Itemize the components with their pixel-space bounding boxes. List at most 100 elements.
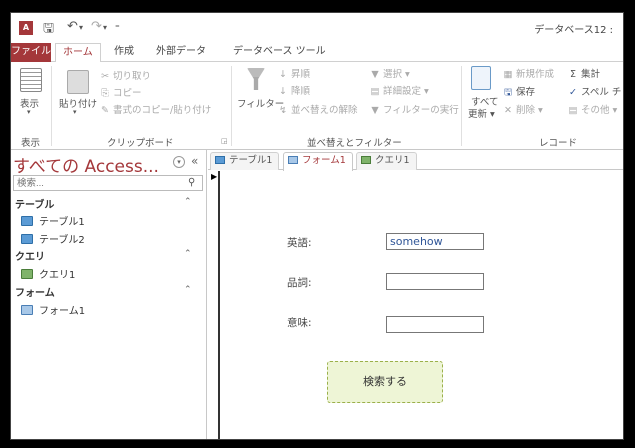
new-record-icon: ▦ — [503, 69, 513, 80]
remove-sort-icon: ↯ — [279, 105, 287, 116]
redo-icon[interactable]: ↷ — [91, 19, 102, 34]
redo-dropdown-icon[interactable]: ▾ — [103, 23, 107, 32]
cut-button[interactable]: ✂ 切り取り — [99, 68, 151, 82]
brush-icon: ✎ — [101, 105, 109, 116]
table-icon — [21, 216, 33, 226]
tab-home[interactable]: ホーム — [55, 43, 101, 63]
part-of-speech-input[interactable] — [386, 273, 484, 290]
floppy-icon: 🖫 — [503, 87, 513, 98]
access-window: A 🖫 ↶ ▾ ↷ ▾ ₌ データベース12 : ファイル ホーム 作成 外部デ… — [10, 12, 624, 440]
english-input[interactable] — [386, 233, 484, 250]
sort-ascending-icon: ↓ — [279, 69, 287, 80]
undo-dropdown-icon[interactable]: ▾ — [79, 23, 83, 32]
save-record-button[interactable]: 🖫 保存 — [502, 84, 535, 101]
document-area: テーブル1 フォーム1 クエリ1 ▶ 英語: 品詞: 意味: 検索する — [208, 150, 623, 439]
sort-ascending-button[interactable]: ↓ 昇順 — [277, 66, 310, 80]
remove-sort-button[interactable]: ↯ 並べ替えの解除 — [277, 102, 358, 116]
customize-qat-icon[interactable]: ₌ — [115, 21, 120, 31]
nav-item-table1[interactable]: テーブル1 — [21, 213, 85, 228]
totals-button[interactable]: Σ 集計 — [567, 66, 600, 80]
query-icon — [21, 269, 33, 279]
copy-button[interactable]: ⎘ コピー — [99, 85, 141, 99]
ribbon: 表示 ▾ 表示 貼り付け ▾ ✂ 切り取り ⎘ コピー ✎ 書式のコピー/貼り付け ク… — [11, 62, 623, 150]
doc-tab-query1[interactable]: クエリ1 — [356, 152, 417, 170]
selection-filter-icon: ▼ — [371, 69, 379, 80]
advanced-filter-button[interactable]: ▤ 詳細設定 ▾ — [369, 83, 429, 97]
sort-descending-icon: ↓ — [279, 86, 287, 97]
undo-icon[interactable]: ↶ — [67, 19, 78, 34]
title-bar: A 🖫 ↶ ▾ ↷ ▾ ₌ データベース12 : — [11, 13, 623, 43]
more-icon: ▤ — [568, 105, 578, 116]
tab-database-tools[interactable]: データベース ツール — [226, 43, 333, 62]
format-painter-button[interactable]: ✎ 書式のコピー/貼り付け — [99, 102, 211, 116]
refresh-label-2: 更新 ▾ — [468, 109, 495, 120]
form1-body: 英語: 品詞: 意味: 検索する — [222, 171, 623, 439]
advanced-filter-icon: ▤ — [370, 86, 380, 97]
group-separator — [51, 66, 52, 146]
search-button[interactable]: 検索する — [327, 361, 443, 403]
nav-menu-dropdown-icon[interactable]: ▾ — [173, 156, 185, 168]
toggle-filter-icon: ▼ — [371, 105, 379, 116]
table-icon — [21, 234, 33, 244]
search-icon[interactable]: ⚲ — [188, 177, 195, 188]
nav-group-forms[interactable]: フォーム — [15, 284, 55, 299]
delete-record-button[interactable]: ✕ 削除 ▾ — [502, 102, 543, 116]
current-record-arrow-icon: ▶ — [211, 172, 218, 181]
doc-tab-form1[interactable]: フォーム1 — [283, 152, 353, 171]
nav-item-query1[interactable]: クエリ1 — [21, 266, 75, 281]
views-group-label: 表示 — [21, 138, 41, 149]
navigation-pane: すべての Access... ▾ « ⚲ テーブル ⌃ テーブル1 テーブル2 … — [11, 150, 207, 439]
ribbon-tab-bar: ファイル ホーム 作成 外部データ データベース ツール — [11, 43, 623, 63]
group-separator — [231, 66, 232, 146]
new-record-button[interactable]: ▦ 新規作成 — [502, 66, 555, 80]
group-separator — [461, 66, 462, 146]
copy-icon: ⎘ — [101, 88, 109, 99]
window-title: データベース12 : — [534, 25, 613, 36]
sort-filter-group-label: 並べ替えとフィルター — [307, 138, 402, 149]
nav-search-input[interactable] — [13, 175, 203, 191]
table-icon — [215, 156, 225, 164]
record-selector[interactable]: ▶ — [210, 171, 220, 439]
nav-group-tables[interactable]: テーブル — [15, 196, 54, 211]
nav-item-table2[interactable]: テーブル2 — [21, 231, 85, 246]
sigma-icon: Σ — [569, 69, 576, 80]
chevron-up-icon[interactable]: ⌃ — [184, 249, 192, 259]
scissors-icon: ✂ — [101, 71, 109, 82]
form-icon — [288, 156, 298, 164]
nav-item-form1[interactable]: フォーム1 — [21, 302, 85, 317]
query-icon — [361, 156, 371, 164]
meaning-input[interactable] — [386, 316, 484, 333]
view-icon — [20, 68, 42, 92]
doc-tab-table1[interactable]: テーブル1 — [210, 152, 280, 170]
paste-icon — [67, 70, 89, 94]
paste-dropdown-icon: ▾ — [73, 108, 77, 116]
nav-collapse-icon[interactable]: « — [191, 154, 198, 168]
view-dropdown-icon: ▾ — [27, 108, 31, 116]
clipboard-group-label: クリップボード — [107, 138, 174, 149]
tab-create[interactable]: 作成 — [107, 43, 141, 62]
refresh-icon — [471, 66, 491, 90]
chevron-up-icon[interactable]: ⌃ — [184, 197, 192, 207]
paste-label: 貼り付け — [59, 99, 98, 110]
access-app-icon[interactable]: A — [19, 21, 33, 35]
form-icon — [21, 305, 33, 315]
more-button[interactable]: ▤ その他 ▾ — [567, 102, 618, 116]
selection-button[interactable]: ▼ 選択 ▾ — [369, 66, 409, 80]
part-of-speech-label: 品詞: — [287, 277, 312, 289]
nav-group-queries[interactable]: クエリ — [15, 248, 45, 263]
tab-file[interactable]: ファイル — [11, 43, 51, 62]
delete-icon: ✕ — [504, 105, 512, 116]
nav-pane-title[interactable]: すべての Access... — [13, 152, 159, 177]
funnel-icon — [247, 68, 265, 90]
clipboard-launcher-icon[interactable]: ◲ — [221, 137, 228, 145]
spelling-button[interactable]: ✓ スペル チ — [567, 84, 621, 98]
records-group-label: レコード — [539, 138, 578, 149]
english-label: 英語: — [287, 237, 312, 249]
sort-descending-button[interactable]: ↓ 降順 — [277, 83, 310, 97]
chevron-up-icon[interactable]: ⌃ — [184, 285, 192, 295]
tab-external-data[interactable]: 外部データ — [149, 43, 213, 62]
toggle-filter-button[interactable]: ▼ フィルターの実行 — [369, 102, 458, 116]
save-icon[interactable]: 🖫 — [43, 19, 54, 41]
meaning-label: 意味: — [287, 317, 312, 329]
document-tab-bar: テーブル1 フォーム1 クエリ1 — [208, 150, 623, 171]
